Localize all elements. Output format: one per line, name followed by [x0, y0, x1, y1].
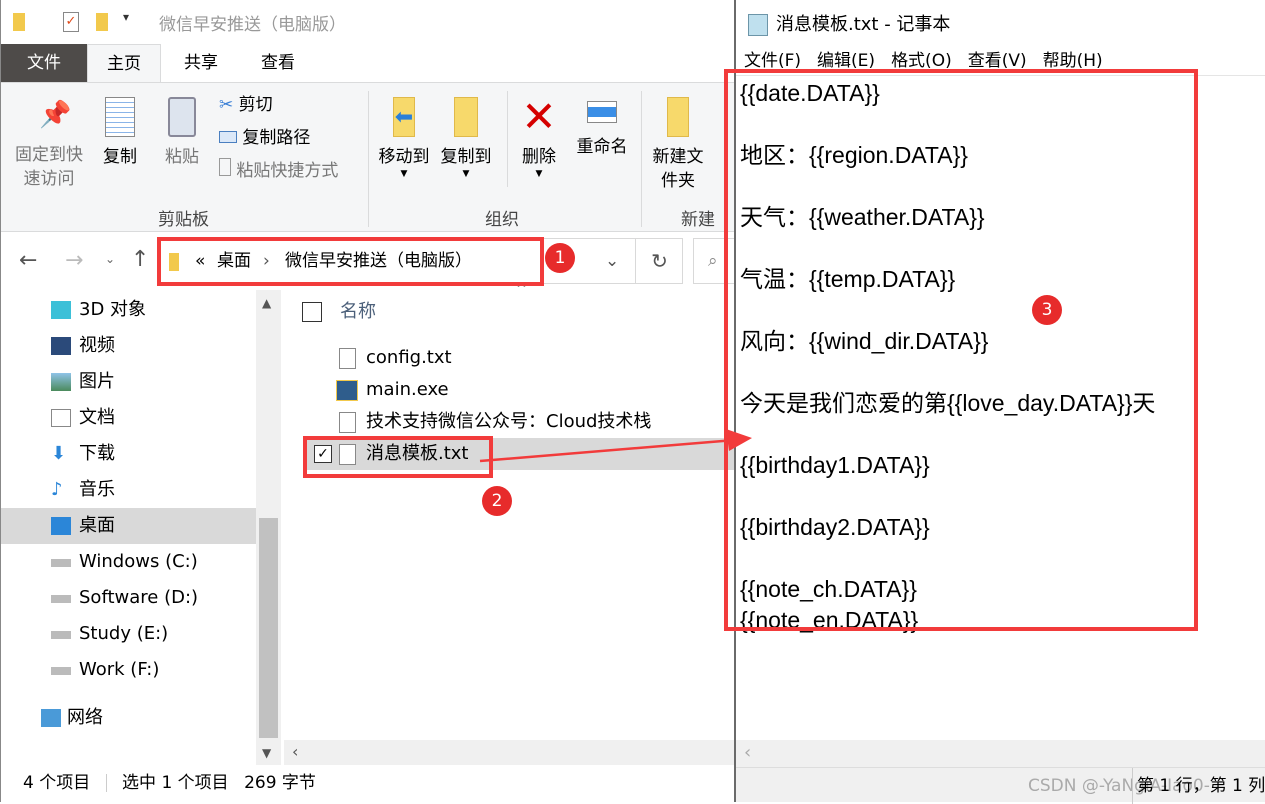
arrow-shaft: [479, 438, 736, 463]
annotation-arrow: [479, 429, 752, 463]
arrow-head: [726, 429, 752, 451]
